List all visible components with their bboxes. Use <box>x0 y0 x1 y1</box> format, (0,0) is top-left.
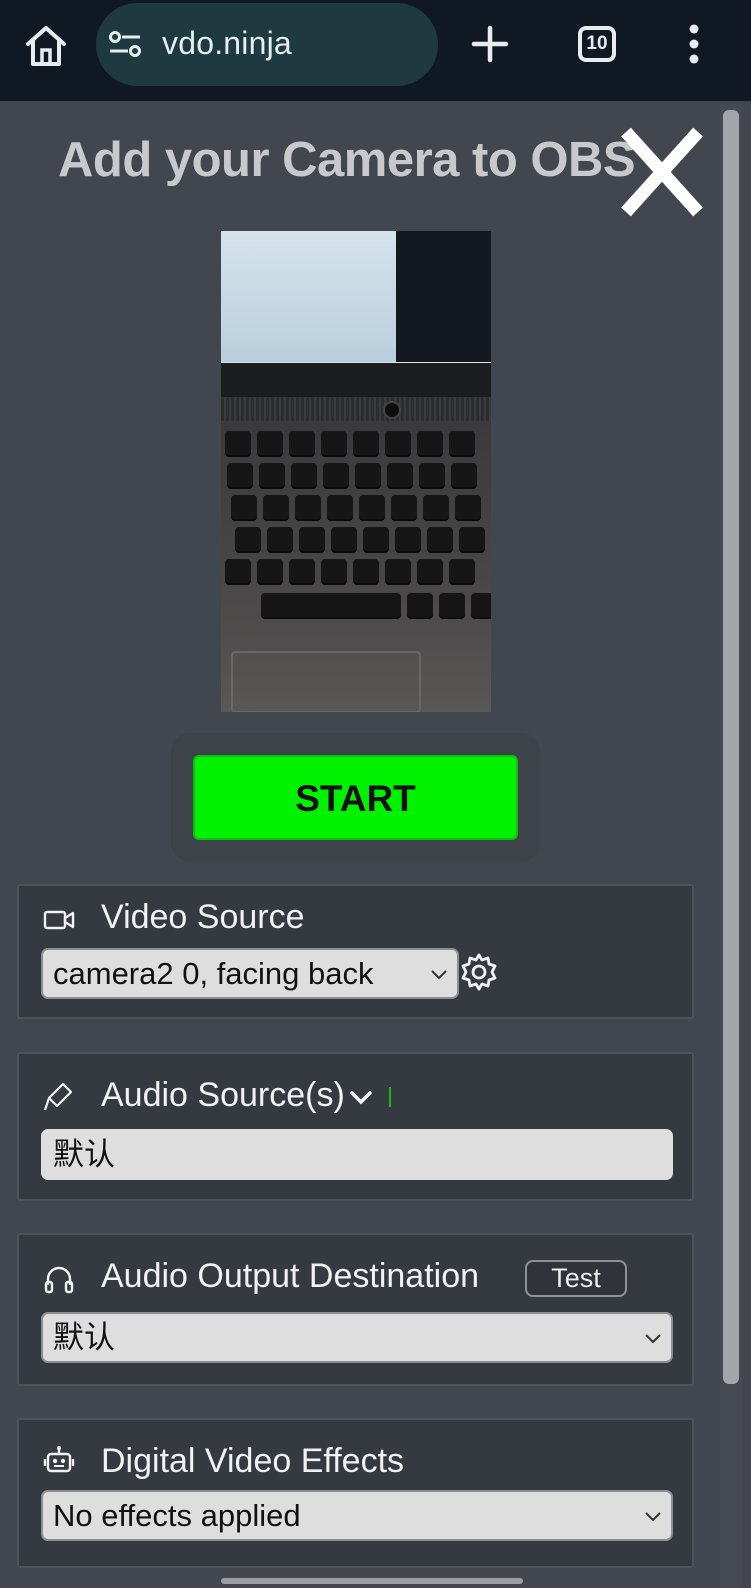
video-effects-select[interactable]: No effects applied <box>41 1490 673 1541</box>
chevron-down-icon <box>645 1512 661 1522</box>
headphones-icon <box>44 1266 74 1294</box>
video-camera-icon <box>43 910 75 930</box>
video-effects-label: Digital Video Effects <box>101 1442 405 1480</box>
video-effects-value: No effects applied <box>53 1498 301 1533</box>
close-icon[interactable] <box>620 126 708 222</box>
video-source-select[interactable]: camera2 0, facing back <box>41 948 459 999</box>
audio-output-label: Audio Output Destination <box>101 1257 480 1295</box>
gear-icon[interactable] <box>459 952 499 992</box>
chevron-down-icon[interactable] <box>349 1088 373 1108</box>
test-audio-button[interactable]: Test <box>525 1260 627 1297</box>
address-bar[interactable]: vdo.ninja <box>96 3 438 86</box>
audio-output-panel: Audio Output Destination Test 默认 <box>17 1233 694 1386</box>
robot-icon <box>43 1446 75 1473</box>
microphone-icon <box>43 1082 73 1111</box>
browser-toolbar: vdo.ninja 10 <box>0 0 751 101</box>
audio-output-value: 默认 <box>53 1320 115 1355</box>
start-button[interactable]: START <box>193 755 518 840</box>
gesture-bar[interactable] <box>221 1578 523 1584</box>
site-settings-icon[interactable] <box>108 29 142 59</box>
audio-level-meter <box>389 1087 391 1107</box>
audio-output-select[interactable]: 默认 <box>41 1312 673 1363</box>
page-scrollbar[interactable] <box>720 104 742 1588</box>
page-title: Add your Camera to OBS <box>58 133 636 187</box>
tab-count: 10 <box>586 33 608 54</box>
video-source-label: Video Source <box>101 898 305 936</box>
audio-source-select[interactable]: 默认 <box>41 1129 673 1180</box>
audio-source-value: 默认 <box>53 1137 115 1172</box>
home-icon[interactable] <box>22 22 70 70</box>
camera-preview <box>221 231 491 712</box>
video-effects-panel: Digital Video Effects No effects applied <box>17 1418 694 1568</box>
tab-switcher-button[interactable]: 10 <box>578 26 616 62</box>
scrollbar-thumb[interactable] <box>723 110 739 1384</box>
audio-source-panel: Audio Source(s) 默认 <box>17 1052 694 1201</box>
new-tab-icon[interactable] <box>470 22 510 66</box>
preview-laptop-screen <box>221 231 491 363</box>
audio-source-label: Audio Source(s) <box>101 1076 345 1114</box>
chevron-down-icon <box>645 1334 661 1344</box>
url-text: vdo.ninja <box>162 25 292 61</box>
video-source-panel: Video Source camera2 0, facing back <box>17 884 694 1019</box>
more-menu-icon[interactable] <box>680 22 708 66</box>
chevron-down-icon <box>431 970 447 980</box>
video-source-value: camera2 0, facing back <box>53 956 374 991</box>
